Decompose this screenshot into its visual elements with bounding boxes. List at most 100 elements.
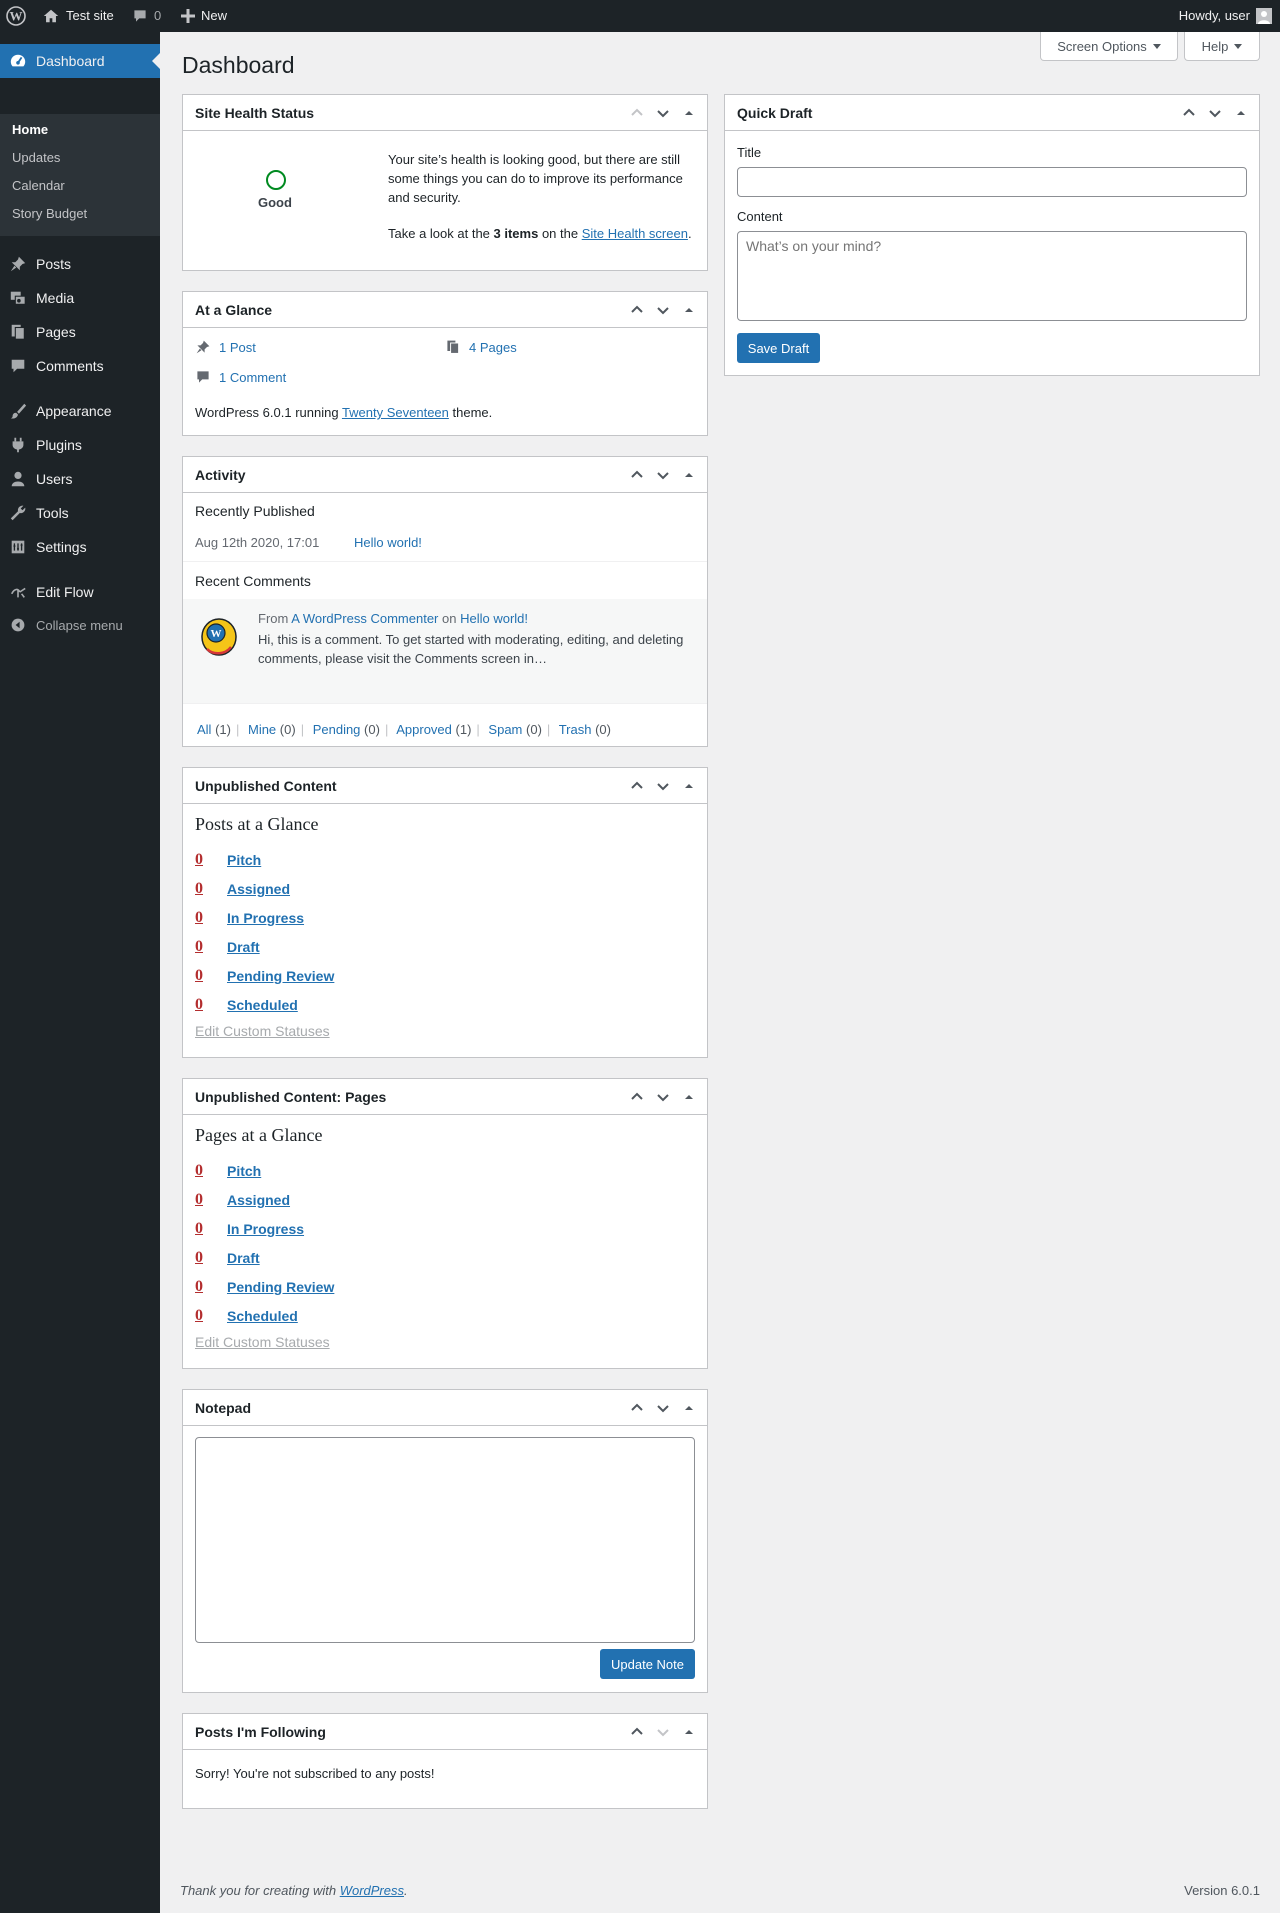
move-up-icon[interactable] (629, 1724, 645, 1740)
menu-users[interactable]: Users (0, 462, 160, 496)
status-link[interactable]: In Progress (227, 910, 304, 926)
widget-header[interactable]: At a Glance (183, 292, 707, 328)
save-draft-button[interactable]: Save Draft (737, 333, 820, 363)
edit-custom-statuses-link[interactable]: Edit Custom Statuses (195, 1334, 330, 1350)
move-up-icon[interactable] (629, 1400, 645, 1416)
wordpress-logo-icon[interactable]: W (6, 0, 26, 32)
widget-header[interactable]: Quick Draft (725, 95, 1259, 131)
filter-all[interactable]: All (197, 722, 211, 737)
move-up-icon[interactable] (629, 467, 645, 483)
commenter-link[interactable]: A WordPress Commenter (291, 611, 438, 626)
filter-mine[interactable]: Mine (248, 722, 276, 737)
widget-header[interactable]: Posts I'm Following (183, 1714, 707, 1750)
edit-custom-statuses-link[interactable]: Edit Custom Statuses (195, 1023, 330, 1039)
move-up-icon[interactable] (629, 1089, 645, 1105)
glance-posts[interactable]: 1 Post (195, 339, 256, 355)
status-count[interactable]: 0 (195, 1162, 227, 1180)
move-up-icon[interactable] (629, 105, 645, 121)
filter-spam[interactable]: Spam (488, 722, 522, 737)
move-down-icon[interactable] (655, 1400, 671, 1416)
widget-header[interactable]: Unpublished Content: Pages (183, 1079, 707, 1115)
glance-pages[interactable]: 4 Pages (445, 339, 517, 355)
toggle-panel-icon[interactable] (681, 778, 697, 794)
status-link[interactable]: Scheduled (227, 997, 298, 1013)
submenu-story-budget[interactable]: Story Budget (12, 206, 87, 221)
move-down-icon[interactable] (1207, 105, 1223, 121)
menu-dashboard[interactable]: Dashboard (0, 44, 160, 78)
status-link[interactable]: Assigned (227, 1192, 290, 1208)
update-note-button[interactable]: Update Note (600, 1649, 695, 1679)
menu-plugins[interactable]: Plugins (0, 428, 160, 462)
filter-trash[interactable]: Trash (559, 722, 592, 737)
comments-link[interactable]: 0 (132, 0, 161, 32)
widget-header[interactable]: Unpublished Content (183, 768, 707, 804)
menu-comments[interactable]: Comments (0, 349, 160, 383)
wordpress-link[interactable]: WordPress (340, 1883, 404, 1898)
filter-approved[interactable]: Approved (396, 722, 452, 737)
toggle-panel-icon[interactable] (1233, 105, 1249, 121)
status-count[interactable]: 0 (195, 1191, 227, 1209)
draft-title-input[interactable] (737, 167, 1247, 197)
menu-settings[interactable]: Settings (0, 530, 160, 564)
toggle-panel-icon[interactable] (681, 302, 697, 318)
status-link[interactable]: In Progress (227, 1221, 304, 1237)
move-down-icon[interactable] (655, 1089, 671, 1105)
collapse-menu-button[interactable]: Collapse menu (0, 608, 160, 642)
site-name-link[interactable]: Test site (42, 0, 114, 32)
toggle-panel-icon[interactable] (681, 1089, 697, 1105)
glance-pages-link[interactable]: 4 Pages (469, 340, 517, 355)
widget-header[interactable]: Activity (183, 457, 707, 493)
status-link[interactable]: Pitch (227, 1163, 261, 1179)
status-link[interactable]: Pending Review (227, 968, 334, 984)
move-up-icon[interactable] (629, 302, 645, 318)
toggle-panel-icon[interactable] (681, 1400, 697, 1416)
status-count[interactable]: 0 (195, 938, 227, 956)
notepad-textarea[interactable] (195, 1437, 695, 1643)
menu-posts[interactable]: Posts (0, 247, 160, 281)
status-count[interactable]: 0 (195, 1220, 227, 1238)
move-down-icon[interactable] (655, 1724, 671, 1740)
status-link[interactable]: Assigned (227, 881, 290, 897)
status-count[interactable]: 0 (195, 1249, 227, 1267)
widget-header[interactable]: Site Health Status (183, 95, 707, 131)
menu-edit-flow[interactable]: Edit Flow (0, 575, 160, 609)
status-link[interactable]: Scheduled (227, 1308, 298, 1324)
new-content-link[interactable]: New (181, 0, 227, 32)
my-account[interactable]: Howdy, user (1179, 0, 1272, 32)
screen-options-button[interactable]: Screen Options (1040, 32, 1178, 61)
status-link[interactable]: Pending Review (227, 1279, 334, 1295)
submenu-calendar[interactable]: Calendar (12, 178, 65, 193)
move-down-icon[interactable] (655, 105, 671, 121)
theme-link[interactable]: Twenty Seventeen (342, 405, 449, 420)
comment-post-link[interactable]: Hello world! (460, 611, 528, 626)
status-count[interactable]: 0 (195, 851, 227, 869)
help-button[interactable]: Help (1184, 32, 1260, 61)
status-count[interactable]: 0 (195, 996, 227, 1014)
status-count[interactable]: 0 (195, 880, 227, 898)
status-count[interactable]: 0 (195, 1307, 227, 1325)
toggle-panel-icon[interactable] (681, 105, 697, 121)
status-link[interactable]: Draft (227, 939, 260, 955)
filter-pending[interactable]: Pending (313, 722, 361, 737)
status-link[interactable]: Pitch (227, 852, 261, 868)
glance-comments-link[interactable]: 1 Comment (219, 370, 286, 385)
menu-media[interactable]: Media (0, 281, 160, 315)
move-down-icon[interactable] (655, 467, 671, 483)
move-up-icon[interactable] (629, 778, 645, 794)
glance-comments[interactable]: 1 Comment (195, 369, 286, 385)
status-link[interactable]: Draft (227, 1250, 260, 1266)
menu-appearance[interactable]: Appearance (0, 394, 160, 428)
widget-header[interactable]: Notepad (183, 1390, 707, 1426)
published-post-link[interactable]: Hello world! (354, 535, 422, 550)
toggle-panel-icon[interactable] (681, 467, 697, 483)
move-down-icon[interactable] (655, 302, 671, 318)
move-down-icon[interactable] (655, 778, 671, 794)
glance-posts-link[interactable]: 1 Post (219, 340, 256, 355)
status-count[interactable]: 0 (195, 1278, 227, 1296)
toggle-panel-icon[interactable] (681, 1724, 697, 1740)
menu-tools[interactable]: Tools (0, 496, 160, 530)
submenu-home[interactable]: Home (12, 122, 48, 137)
submenu-updates[interactable]: Updates (12, 150, 60, 165)
move-up-icon[interactable] (1181, 105, 1197, 121)
site-health-link[interactable]: Site Health screen (582, 226, 688, 241)
